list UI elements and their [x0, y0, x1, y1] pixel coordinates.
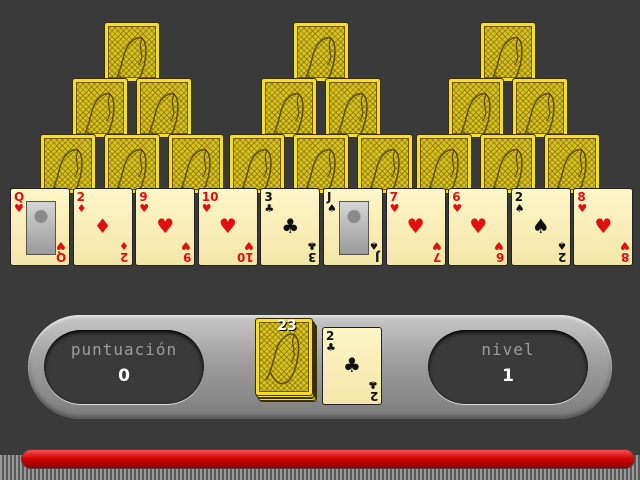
card-rank: 2 [120, 250, 129, 264]
card-suit-icon: ♥ [14, 202, 24, 215]
face-card-portrait [339, 201, 369, 255]
card-rank: 2 [558, 250, 567, 264]
card-back-pattern [114, 148, 147, 193]
level-value: 1 [502, 366, 514, 386]
card-back-pattern [303, 36, 336, 81]
open-card[interactable]: 2 ♠ ♠ ♠ 2 [510, 188, 571, 266]
pyramid-1-card-back [104, 134, 160, 194]
card-back-pattern [303, 148, 336, 193]
card-back-pattern [367, 148, 400, 193]
open-card[interactable]: Q ♥ ♥ Q [10, 188, 70, 266]
open-card[interactable]: 9 ♥ ♥ ♥ 9 [135, 188, 196, 266]
open-card[interactable]: 10 ♥ ♥ ♥ 10 [197, 188, 258, 266]
pyramid-1-card-back [168, 134, 224, 194]
card-back-pattern [239, 148, 272, 193]
card-rank: Q [55, 250, 66, 264]
card-center-suit: ♣ [343, 353, 361, 377]
card-rank: 6 [495, 250, 505, 264]
card-suit-icon: ♥ [389, 202, 400, 215]
pyramid-3-card-back [448, 78, 504, 138]
card-suit-icon: ♠ [327, 202, 337, 215]
progress-bar [22, 450, 634, 468]
stock-pile[interactable]: 23 [255, 318, 319, 410]
pyramid-3-card-back [416, 134, 472, 194]
pyramid-3-card-back [480, 22, 536, 82]
stock-count: 23 [277, 318, 297, 334]
card-suit-icon: ♠ [514, 202, 525, 215]
card-back-pattern [178, 148, 211, 193]
card-center-suit: ♦ [93, 214, 112, 238]
open-card[interactable]: J ♠ ♠ J [323, 188, 383, 266]
open-card[interactable]: 8 ♥ ♥ ♥ 8 [573, 188, 634, 266]
status-panel: puntuación 0 nivel 1 [28, 315, 612, 419]
card-suit-icon: ♥ [139, 202, 150, 215]
card-back-pattern [265, 333, 300, 385]
card-suit-icon: ♥ [577, 202, 588, 215]
card-back-pattern [490, 148, 523, 193]
game-board: Q ♥ ♥ Q 2 ♦ ♦ ♦ 2 9 ♥ ♥ ♥ 9 10 ♥ ♥ ♥ 10 3 ♣ ♣ ♣ 3 J ♠ ♠ J 7 ♥ ♥ ♥ 7 6 ♥ ♥ ♥ 6… [0, 0, 640, 480]
card-rank: 9 [182, 250, 192, 264]
card-back-pattern [82, 92, 115, 137]
card-center-suit: ♥ [469, 214, 488, 238]
open-card[interactable]: 7 ♥ ♥ ♥ 7 [385, 188, 446, 266]
card-center-suit: ♥ [218, 214, 237, 238]
card-rank: 10 [237, 250, 254, 264]
pyramid-3-card-back [512, 78, 568, 138]
card-center-suit: ♥ [594, 214, 613, 238]
pyramid-2-card-back [357, 134, 413, 194]
pyramid-1-card-back [72, 78, 128, 138]
card-back-pattern [522, 92, 555, 137]
pyramid-1-card-back [136, 78, 192, 138]
pyramid-1-card-back [104, 22, 160, 82]
card-back-pattern [426, 148, 459, 193]
open-card[interactable]: 3 ♣ ♣ ♣ 3 [260, 188, 321, 266]
open-card[interactable]: 6 ♥ ♥ ♥ 6 [448, 188, 509, 266]
card-suit-icon: ♣ [264, 202, 275, 215]
card-suit-icon: ♦ [76, 202, 87, 215]
level-display: nivel 1 [428, 330, 588, 404]
score-value: 0 [118, 366, 130, 386]
waste-card: 2 ♣ ♣ ♣ 2 [322, 327, 382, 405]
card-back-pattern [146, 92, 179, 137]
card-rank: 8 [621, 250, 630, 264]
card-back-pattern [458, 92, 491, 137]
score-label: puntuación [70, 340, 178, 359]
score-display: puntuación 0 [44, 330, 204, 404]
card-rank: 7 [433, 250, 442, 264]
pyramid-2-card-back [293, 134, 349, 194]
card-rank: 3 [308, 250, 317, 264]
card-suit-icon: ♥ [452, 202, 463, 215]
card-back-pattern [554, 148, 587, 193]
pyramid-2-card-back [261, 78, 317, 138]
card-back-pattern [490, 36, 523, 81]
card-center-suit: ♥ [156, 214, 175, 238]
pyramid-1-card-back [40, 134, 96, 194]
level-label: nivel [481, 340, 535, 359]
face-card-portrait [26, 201, 56, 255]
pyramid-2-card-back [229, 134, 285, 194]
open-card[interactable]: 2 ♦ ♦ ♦ 2 [72, 188, 133, 266]
card-rank: J [374, 250, 379, 264]
card-center-suit: ♠ [531, 214, 550, 238]
card-suit-icon: ♥ [201, 202, 212, 215]
card-back-pattern [335, 92, 368, 137]
pyramid-2-card-back [325, 78, 381, 138]
card-back-pattern [114, 36, 147, 81]
card-back-pattern [50, 148, 83, 193]
card-suit-icon: ♣ [326, 341, 336, 354]
card-back-pattern [271, 92, 304, 137]
card-center-suit: ♥ [406, 214, 425, 238]
pyramid-3-card-back [480, 134, 536, 194]
card-rank: 2 [369, 389, 378, 403]
card-center-suit: ♣ [281, 214, 300, 238]
pyramid-3-card-back [544, 134, 600, 194]
pyramid-2-card-back [293, 22, 349, 82]
